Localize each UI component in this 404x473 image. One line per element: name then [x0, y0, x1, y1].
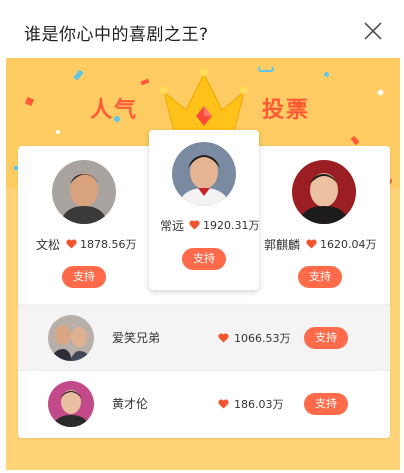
candidate-name: 文松 — [36, 238, 61, 252]
avatar — [52, 160, 116, 224]
confetti-decoration — [56, 130, 60, 134]
avatar — [48, 315, 94, 361]
list-item: 爱笑兄弟 1066.53万 支持 — [18, 304, 390, 370]
candidate-name: 爱笑兄弟 — [112, 331, 161, 345]
support-button[interactable]: 支持 — [298, 266, 342, 288]
banner-right-word: 投票 — [262, 98, 311, 123]
list-item: 黄才伦 186.03万 支持 — [18, 370, 390, 436]
heart-icon — [66, 239, 77, 249]
crown-icon — [158, 66, 250, 140]
vote-count: 1620.04万 — [320, 238, 377, 251]
candidate-name: 黄才伦 — [112, 397, 149, 411]
support-button[interactable]: 支持 — [182, 248, 226, 270]
support-button[interactable]: 支持 — [304, 327, 348, 349]
vote-count: 1920.31万 — [203, 219, 260, 232]
vote-count: 1066.53万 — [234, 332, 291, 345]
support-button[interactable]: 支持 — [304, 393, 348, 415]
heart-icon — [306, 239, 317, 249]
avatar — [172, 142, 236, 206]
confetti-decoration — [324, 72, 329, 77]
banner-left-word: 人气 — [90, 98, 139, 123]
candidate-name: 郭麒麟 — [264, 238, 301, 252]
heart-icon — [218, 399, 229, 409]
dialog-title: 谁是你心中的喜剧之王? — [24, 25, 209, 45]
heart-icon — [218, 333, 229, 343]
ranking-card: 文松 1878.56万 支持 常远 1920.31万 支持 郭麒麟 1620.0… — [18, 130, 390, 438]
candidate-name: 常远 — [160, 219, 185, 233]
avatar — [48, 381, 94, 427]
vote-panel: 人气 投票 文松 1878.56万 支持 常远 1920.31万 支持 郭麒麟 … — [6, 58, 400, 470]
vote-count: 186.03万 — [234, 398, 284, 411]
support-button[interactable]: 支持 — [62, 266, 106, 288]
first-place-card: 常远 1920.31万 支持 — [149, 130, 260, 290]
confetti-decoration — [258, 66, 274, 72]
heart-icon — [189, 220, 200, 230]
close-icon[interactable] — [362, 20, 384, 42]
top-three-area: 文松 1878.56万 支持 常远 1920.31万 支持 郭麒麟 1620.0… — [18, 130, 390, 302]
vote-count: 1878.56万 — [80, 238, 137, 251]
avatar — [292, 160, 356, 224]
dialog-header: 谁是你心中的喜剧之王? — [0, 0, 404, 58]
